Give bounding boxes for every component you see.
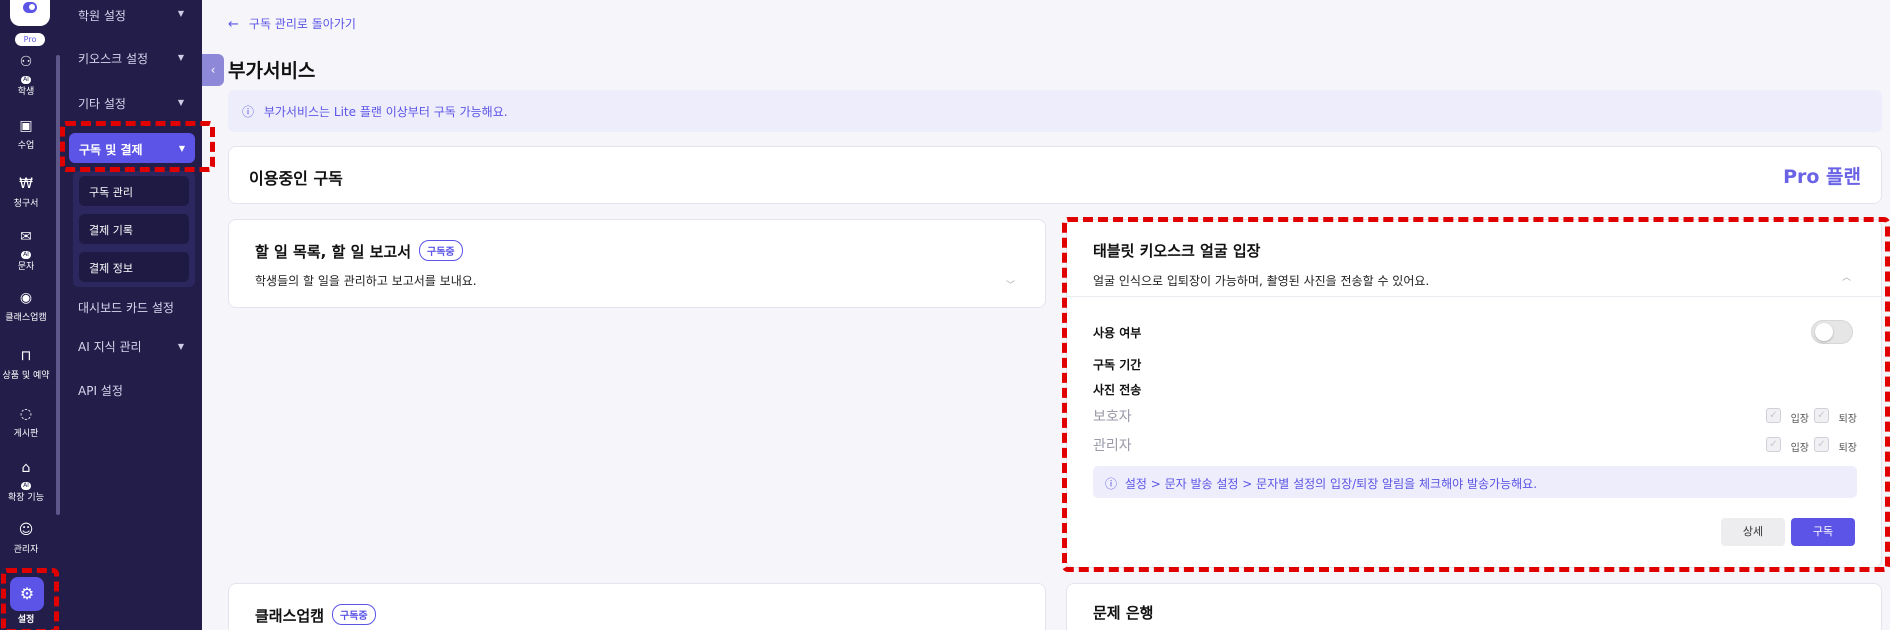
sidebar-item-label: 대시보드 카드 설정 — [78, 301, 174, 315]
sidebar-item-label: AI 지식 관리 — [78, 340, 142, 354]
rail-item-label: 학생 — [17, 87, 35, 97]
current-subscription-label: 이용중인 구독 — [249, 169, 343, 188]
service-name: 클래스업캠 구독중 — [255, 604, 376, 626]
rail-item-admin[interactable]: ☺ 관리자 — [0, 522, 52, 555]
status-badge: 구독중 — [332, 604, 376, 625]
won-icon: ₩ — [19, 176, 33, 192]
back-link-label: 구독 관리로 돌아가기 — [248, 17, 356, 31]
rail-item-messages[interactable]: ✉ AI 문자 — [0, 229, 52, 272]
service-name: 할 일 목록, 할 일 보고서 구독중 — [255, 240, 463, 262]
rail-item-label: 게시판 — [13, 429, 39, 439]
board-icon: ◌ — [19, 406, 33, 422]
chevron-down-icon: ▼ — [177, 98, 184, 107]
calendar-icon: ▣ — [19, 118, 33, 134]
ai-tag: AI — [21, 251, 31, 259]
sidebar-subitem-payment-info[interactable]: 결제 정보 — [79, 252, 189, 282]
notice-banner: ⓘ 부가서비스는 Lite 플랜 이상부터 구독 가능해요. — [228, 90, 1882, 132]
service-name-text: 할 일 목록, 할 일 보고서 — [255, 243, 412, 261]
sidebar-item-label: API 설정 — [78, 384, 123, 398]
service-description: 학생들의 할 일을 관리하고 보고서를 보내요. — [255, 274, 477, 288]
service-card-question-bank[interactable]: 문제 은행 — [1066, 583, 1882, 630]
notice-text: 부가서비스는 Lite 플랜 이상부터 구독 가능해요. — [263, 105, 508, 119]
webcam-icon: ◉ — [19, 290, 33, 306]
pro-badge: Pro — [15, 33, 45, 46]
rail-item-products[interactable]: ⊓ 상품 및 예약 — [0, 348, 52, 381]
back-link[interactable]: ← 구독 관리로 돌아가기 — [228, 15, 356, 32]
sidebar-submenu: 구독 관리 결제 기록 결제 정보 — [73, 171, 195, 287]
chevron-down-icon[interactable]: ﹀ — [1006, 278, 1015, 291]
sidebar-collapse-button[interactable]: ‹ — [202, 54, 224, 86]
sidebar-item-kiosk-settings[interactable]: 키오스크 설정 — [78, 50, 148, 67]
rail-item-label: 확장 기능 — [8, 493, 44, 503]
highlight-outline — [60, 121, 215, 172]
sidebar-item-label: 키오스크 설정 — [78, 52, 149, 66]
rail-item-label: 클래스업캠 — [5, 313, 47, 323]
chevron-down-icon: ▼ — [177, 53, 184, 62]
service-name: 문제 은행 — [1093, 604, 1154, 622]
rail-item-students[interactable]: ⚇ AI 학생 — [0, 54, 52, 97]
app-root: Pro ⚇ AI 학생 ▣ 수업 ₩ 청구서 ✉ AI 문자 ◉ 클래스업캠 ⊓ 상… — [0, 0, 1890, 630]
rail-item-label: 관리자 — [13, 545, 39, 555]
ai-tag: AI — [21, 76, 31, 84]
sidebar-item-other-settings[interactable]: 기타 설정 — [78, 95, 126, 112]
chevron-left-icon: ‹ — [210, 63, 216, 77]
ai-tag: AI — [21, 482, 31, 490]
current-subscription-card: 이용중인 구독 Pro 플랜 — [228, 146, 1882, 204]
logo-icon — [23, 2, 37, 13]
extension-icon: ⌂ — [21, 460, 31, 476]
highlight-outline — [1062, 217, 1890, 572]
message-icon: ✉ — [20, 229, 32, 245]
plan-name: Pro 플랜 — [1783, 166, 1861, 188]
rail-item-label: 문자 — [17, 262, 35, 272]
chevron-down-icon: ▼ — [177, 9, 184, 18]
sidebar-item-dashboard-cards[interactable]: 대시보드 카드 설정 — [78, 299, 174, 316]
highlight-outline — [1, 568, 59, 630]
sidebar-item-ai-knowledge[interactable]: AI 지식 관리 — [78, 338, 142, 355]
rail-item-label: 청구서 — [13, 199, 39, 209]
admin-icon: ☺ — [18, 522, 34, 538]
info-icon: ⓘ — [242, 105, 255, 119]
rail-item-classes[interactable]: ▣ 수업 — [0, 118, 52, 151]
rail-item-board[interactable]: ◌ 게시판 — [0, 406, 52, 439]
sidebar-item-label: 학원 설정 — [78, 9, 126, 23]
icon-rail: Pro ⚇ AI 학생 ▣ 수업 ₩ 청구서 ✉ AI 문자 ◉ 클래스업캠 ⊓ 상… — [0, 0, 62, 630]
settings-sidebar: 학원 설정 ▼ 키오스크 설정 ▼ 기타 설정 ▼ 구독 및 결제 ▼ 구독 관… — [62, 0, 202, 630]
rail-item-label: 상품 및 예약 — [2, 371, 50, 381]
sidebar-subitem-payment-history[interactable]: 결제 기록 — [79, 214, 189, 244]
sidebar-subitem-subscription-manage[interactable]: 구독 관리 — [79, 176, 189, 206]
service-card-todo[interactable]: 할 일 목록, 할 일 보고서 구독중 학생들의 할 일을 관리하고 보고서를 보… — [228, 219, 1046, 308]
rail-item-label: 수업 — [17, 141, 35, 151]
rail-item-invoices[interactable]: ₩ 청구서 — [0, 176, 52, 209]
sidebar-item-academy-settings[interactable]: 학원 설정 — [78, 7, 126, 24]
sidebar-item-api-settings[interactable]: API 설정 — [78, 382, 123, 399]
rail-item-classupcam[interactable]: ◉ 클래스업캠 — [0, 290, 52, 323]
sidebar-item-label: 기타 설정 — [78, 97, 126, 111]
arrow-left-icon: ← — [228, 17, 239, 32]
chevron-down-icon: ▼ — [177, 342, 184, 351]
users-icon: ⚇ — [19, 54, 33, 70]
bag-icon: ⊓ — [20, 348, 32, 364]
status-badge: 구독중 — [419, 240, 463, 261]
service-name-text: 클래스업캠 — [255, 607, 325, 625]
rail-item-extensions[interactable]: ⌂ AI 확장 기능 — [0, 460, 52, 503]
service-card-classupcam[interactable]: 클래스업캠 구독중 — [228, 583, 1046, 630]
page-title: 부가서비스 — [228, 60, 316, 82]
app-logo[interactable] — [10, 0, 50, 26]
